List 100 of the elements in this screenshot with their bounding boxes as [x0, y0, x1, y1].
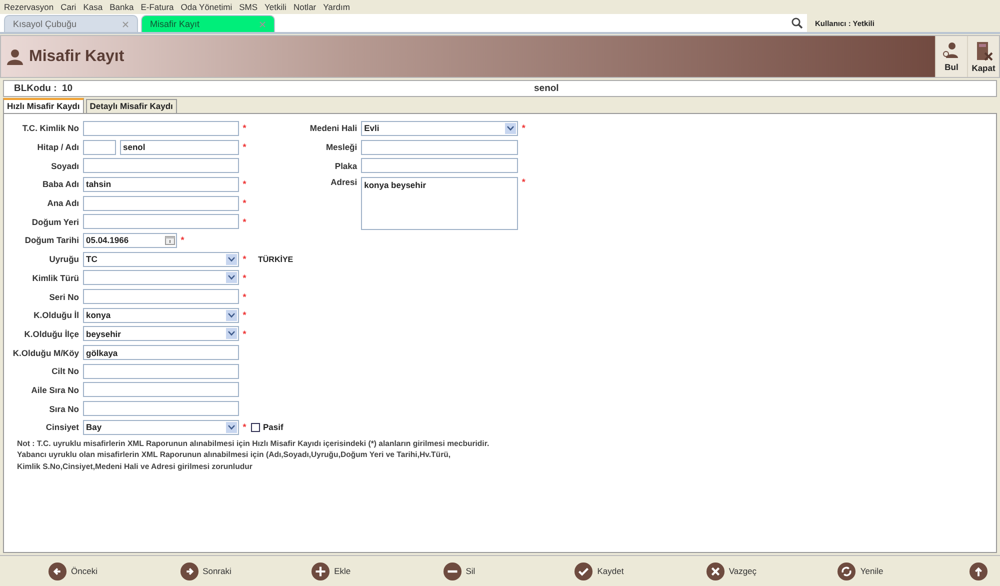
plus-icon	[311, 562, 330, 580]
menu-item[interactable]: Banka	[110, 2, 134, 12]
required-mark: *	[242, 328, 248, 339]
footer-button[interactable]: Vazgeç	[706, 562, 806, 580]
menu-item[interactable]: Oda Yönetimi	[180, 2, 232, 12]
required-mark: *	[520, 123, 526, 134]
menu-item[interactable]: Yardım	[323, 2, 350, 12]
dropdown-arrow-icon[interactable]	[226, 272, 237, 284]
field-label: K.Olduğu İlçe	[23, 328, 80, 339]
field-label: Aile Sıra No	[30, 384, 80, 395]
calendar-icon[interactable]	[165, 235, 175, 246]
field-label: Mesleği	[324, 142, 358, 152]
footer-button[interactable]: Yenile	[837, 562, 938, 580]
tab[interactable]: Hızlı Misafir Kaydı	[3, 98, 84, 113]
text-field[interactable]	[361, 140, 518, 155]
field-label: Hitap / Adı	[36, 142, 80, 152]
dropdown-arrow-icon[interactable]	[226, 328, 237, 340]
field-label: Cilt No	[50, 366, 80, 376]
field-label: Doğum Yeri	[30, 216, 80, 227]
required-mark: *	[242, 198, 248, 208]
text-field[interactable]: gölkaya	[83, 345, 239, 360]
field-label: Seri No	[48, 292, 80, 302]
dropdown-arrow-icon[interactable]	[226, 422, 237, 433]
required-mark: *	[242, 310, 248, 320]
cross-icon	[706, 562, 725, 580]
field-label: Plaka	[334, 160, 358, 171]
country-name: TÜRKİYE	[258, 254, 294, 264]
tab[interactable]: Misafir Kayıt	[141, 15, 275, 32]
title-field[interactable]	[83, 140, 116, 155]
text-field[interactable]: senol	[120, 140, 239, 155]
required-mark: *	[242, 216, 248, 227]
field-label: Uyruğu	[48, 254, 80, 264]
field-label: K.Olduğu M/Köy	[12, 348, 80, 358]
refresh-icon	[837, 562, 856, 580]
text-field[interactable]	[361, 158, 518, 174]
required-mark: *	[242, 422, 248, 432]
field-label: T.C. Kimlik No	[21, 123, 80, 134]
required-mark: *	[242, 272, 248, 283]
text-field[interactable]	[83, 120, 239, 136]
field-label: Sıra No	[48, 404, 80, 414]
page-title: Misafir Kayıt	[29, 48, 124, 66]
footer-button[interactable]: Önceki	[48, 562, 148, 580]
text-field[interactable]	[83, 289, 239, 304]
minus-icon	[442, 562, 462, 580]
search-icon[interactable]	[791, 17, 803, 29]
field-label: Doğum Tarihi	[24, 235, 80, 246]
person-icon	[7, 48, 23, 64]
text-field[interactable]	[83, 214, 239, 230]
record-name: senol	[534, 83, 559, 94]
menu-item[interactable]: Yetkili	[264, 2, 286, 12]
check-icon	[574, 562, 594, 580]
text-field[interactable]: tahsin	[83, 176, 239, 192]
field-label: K.Olduğu İl	[32, 310, 80, 320]
field-label: Soyadı	[50, 160, 80, 171]
dropdown[interactable]: Bay	[83, 420, 239, 435]
required-mark: *	[242, 142, 248, 152]
required-mark: *	[520, 177, 526, 188]
text-field[interactable]	[83, 196, 239, 211]
dropdown[interactable]: Evli	[361, 120, 518, 136]
text-field[interactable]	[83, 401, 239, 416]
menu-item[interactable]: Notlar	[293, 2, 316, 12]
checkbox-label: Pasif	[263, 422, 284, 432]
close-icon[interactable]	[122, 20, 129, 28]
menu-item[interactable]: Cari	[60, 2, 76, 12]
required-mark: *	[180, 235, 186, 246]
field-label: Cinsiyet	[44, 422, 80, 432]
text-field[interactable]	[83, 382, 239, 398]
field-label: Adresi	[330, 177, 358, 188]
field-label: Kimlik Türü	[31, 272, 80, 283]
footer-button[interactable]: Sonraki	[180, 562, 280, 580]
required-mark: *	[242, 254, 248, 264]
dropdown[interactable]: TC	[83, 252, 239, 267]
close-button[interactable]: Kapat	[967, 36, 999, 77]
address-field[interactable]: konya beysehir	[361, 177, 518, 230]
dropdown[interactable]: konya	[83, 308, 239, 323]
menu-item[interactable]: Kasa	[83, 2, 103, 12]
field-label: Baba Adı	[41, 179, 80, 190]
checkbox[interactable]	[251, 422, 260, 432]
tab[interactable]: Kısayol Çubuğu	[4, 15, 138, 32]
required-mark: *	[242, 292, 248, 302]
close-icon[interactable]	[259, 20, 266, 28]
field-label: Ana Adı	[46, 198, 80, 208]
tab[interactable]: Detaylı Misafir Kaydı	[86, 99, 177, 113]
footer-button[interactable]: Sil	[442, 562, 543, 580]
date-field[interactable]: 05.04.1966	[83, 232, 177, 248]
required-mark: *	[242, 179, 248, 190]
door-exit-icon	[974, 40, 992, 60]
scroll-top-button[interactable]	[968, 562, 988, 580]
find-button[interactable]: Bul	[935, 36, 967, 77]
record-code: BLKodu : 10	[13, 83, 74, 94]
footer-button[interactable]: Kaydet	[574, 562, 674, 580]
text-field[interactable]	[83, 364, 239, 379]
text-field[interactable]	[83, 158, 239, 174]
menu-item[interactable]: SMS	[239, 2, 258, 12]
footer-button[interactable]: Ekle	[311, 562, 412, 580]
field-label: Medeni Hali	[308, 123, 358, 134]
menu-item[interactable]: E-Fatura	[140, 2, 174, 12]
menu-item[interactable]: Rezervasyon	[4, 2, 54, 12]
dropdown[interactable]: beysehir	[83, 326, 239, 342]
dropdown-arrow-icon[interactable]	[505, 122, 516, 134]
